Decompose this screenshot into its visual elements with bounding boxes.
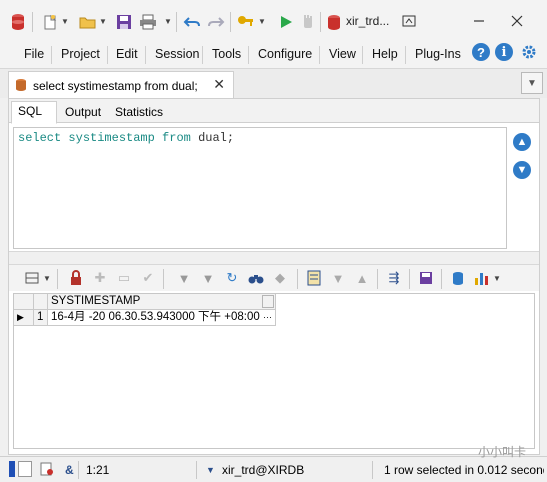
minimize-icon[interactable] <box>468 10 490 32</box>
help-question-icon[interactable]: ? <box>472 43 490 61</box>
open-folder-icon[interactable] <box>78 12 98 32</box>
cell-value: 16-4月 -20 06.30.53.943000 下午 +08:00 <box>51 311 260 323</box>
key-icon[interactable] <box>236 12 256 32</box>
sql-document-icon <box>14 78 28 95</box>
menu-configure[interactable]: Configure <box>258 47 312 61</box>
grid-menu-icon[interactable] <box>23 269 41 287</box>
grid-toolbar: ▼ ✚ ▭ ✔ ▼ ▼ ↻ ◆ ▼ ▲ ⇶ ▼ <box>9 265 539 291</box>
print-dropdown-icon[interactable]: ▼ <box>164 17 172 26</box>
export-icon[interactable]: ⇶ <box>385 269 403 287</box>
editor-side-buttons: ▲ ▼ <box>509 127 537 249</box>
new-file-dropdown-icon[interactable]: ▼ <box>61 17 69 26</box>
editor-subtabs: SQL Output Statistics <box>9 99 539 124</box>
row-number-header <box>34 294 48 310</box>
close-icon[interactable] <box>506 10 528 32</box>
content-panel: SQL Output Statistics select systimestam… <box>8 98 540 455</box>
menu-tools[interactable]: Tools <box>212 47 241 61</box>
pin-icon[interactable] <box>398 10 420 32</box>
cell-ellipsis-button[interactable]: ··· <box>260 310 276 326</box>
menu-help[interactable]: Help <box>372 47 398 61</box>
tabs-dropdown-icon[interactable]: ▼ <box>521 72 543 94</box>
editor-mode-icon[interactable] <box>40 462 54 479</box>
down-arrow-icon[interactable]: ▼ <box>513 161 531 179</box>
sql-keyword-systimestamp: systimestamp <box>68 131 155 145</box>
corner-header <box>14 294 34 310</box>
watermark: 小小叫卡 <box>478 445 527 459</box>
sql-keyword-from: from <box>162 131 191 145</box>
undo-icon[interactable] <box>182 12 202 32</box>
tab-label: select systimestamp from dual; <box>33 79 198 93</box>
status-bar: & 1:21 ▼ xir_trd@XIRDB 1 row selected in… <box>0 445 547 482</box>
new-file-icon[interactable] <box>40 12 60 32</box>
post-edit-icon[interactable]: ✔ <box>139 269 157 287</box>
column-header-label: SYSTIMESTAMP <box>51 295 141 307</box>
refresh-icon[interactable]: ↻ <box>223 269 241 287</box>
database-icon[interactable] <box>8 12 28 32</box>
clear-eraser-icon[interactable]: ◆ <box>271 269 289 287</box>
tab-output[interactable]: Output <box>59 103 107 123</box>
key-dropdown-icon[interactable]: ▼ <box>258 17 266 26</box>
column-filter-icon[interactable] <box>262 295 274 308</box>
chart-icon[interactable] <box>473 269 491 287</box>
menu-edit[interactable]: Edit <box>116 47 138 61</box>
first-record-icon[interactable]: ▼ <box>175 269 193 287</box>
execute-icon[interactable] <box>276 12 296 32</box>
ampersand-icon[interactable]: & <box>65 463 74 477</box>
column-header-systimestamp[interactable]: SYSTIMESTAMP <box>48 294 276 310</box>
up-arrow-icon[interactable]: ▲ <box>513 133 531 151</box>
document-tab-strip: select systimestamp from dual; ✕ ▼ <box>0 68 547 98</box>
tab-statistics[interactable]: Statistics <box>109 103 169 123</box>
form-view-icon[interactable] <box>305 269 323 287</box>
rows-selected-info: 1 row selected in 0.012 seconds <box>384 463 544 477</box>
menu-plug-ins[interactable]: Plug-Ins <box>415 47 461 61</box>
menu-session[interactable]: Session <box>155 47 199 61</box>
current-row-indicator-icon: ▶ <box>14 310 34 326</box>
delete-row-icon[interactable]: ▭ <box>115 269 133 287</box>
save-icon[interactable] <box>114 12 134 32</box>
sql-text: select systimestamp from dual; <box>18 131 234 145</box>
connection-label[interactable]: xir_trd... <box>346 14 389 28</box>
tab-close-icon[interactable]: ✕ <box>213 76 225 93</box>
menu-view[interactable]: View <box>329 47 356 61</box>
menu-bar: File Project Edit Session Tools Configur… <box>0 40 547 68</box>
open-dropdown-icon[interactable]: ▼ <box>99 17 107 26</box>
menu-project[interactable]: Project <box>61 47 100 61</box>
connection-name[interactable]: xir_trd@XIRDB <box>222 463 304 477</box>
splitter[interactable] <box>9 251 539 265</box>
info-icon[interactable]: i <box>495 43 513 61</box>
connection-icon <box>324 12 344 32</box>
print-icon[interactable] <box>138 12 158 32</box>
sort-desc-icon[interactable]: ▼ <box>329 269 347 287</box>
sql-editor[interactable]: select systimestamp from dual; <box>13 127 507 249</box>
insert-row-icon[interactable]: ✚ <box>91 269 109 287</box>
lock-icon[interactable] <box>67 269 85 287</box>
chart-dropdown-icon[interactable]: ▼ <box>493 274 501 283</box>
tab-sql[interactable]: SQL <box>11 101 57 124</box>
find-binoculars-icon[interactable] <box>247 269 265 287</box>
sort-asc-icon[interactable]: ▲ <box>353 269 371 287</box>
cursor-position: 1:21 <box>86 463 110 477</box>
grid-menu-dropdown-icon[interactable]: ▼ <box>43 274 51 283</box>
row-number: 1 <box>34 310 48 326</box>
main-toolbar: ▼ ▼ ▼ ▼ xir_trd... <box>0 0 547 44</box>
connection-dropdown-icon[interactable]: ▼ <box>206 465 215 475</box>
result-grid[interactable]: SYSTIMESTAMP ▶ 1 16-4月 -20 06.30.53.9430… <box>13 293 535 449</box>
status-indicator-icon <box>9 461 15 477</box>
settings-gear-icon[interactable] <box>520 43 538 61</box>
table-cell[interactable]: 16-4月 -20 06.30.53.943000 下午 +08:00 <box>48 310 276 326</box>
grid-save-icon[interactable] <box>417 269 435 287</box>
sql-table-name: dual; <box>198 131 235 145</box>
progress-box <box>18 461 32 477</box>
redo-icon[interactable] <box>206 12 226 32</box>
database-export-icon[interactable] <box>449 269 467 287</box>
stop-hand-icon[interactable] <box>298 12 318 32</box>
last-record-icon[interactable]: ▼ <box>199 269 217 287</box>
menu-file[interactable]: File <box>24 47 44 61</box>
sql-keyword-select: select <box>18 131 62 145</box>
tab-sql-document[interactable]: select systimestamp from dual; ✕ <box>8 71 234 98</box>
